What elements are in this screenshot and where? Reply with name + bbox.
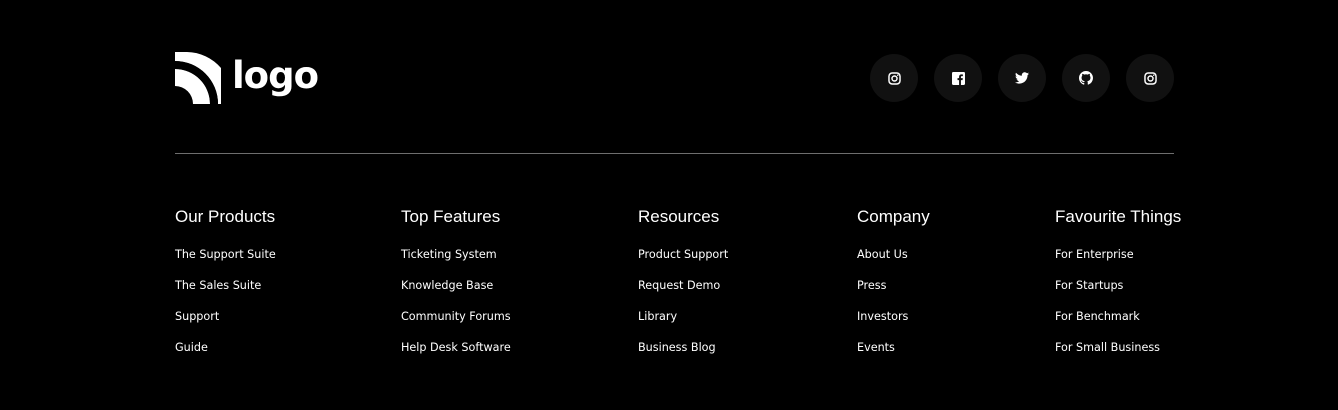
footer-link[interactable]: Library [638, 310, 677, 324]
footer-link[interactable]: The Sales Suite [175, 279, 261, 293]
footer-link[interactable]: Product Support [638, 248, 728, 262]
footer-link[interactable]: Knowledge Base [401, 279, 493, 293]
instagram-button[interactable] [870, 54, 918, 102]
footer-link[interactable]: Request Demo [638, 279, 720, 293]
footer-link[interactable]: Support [175, 310, 219, 324]
footer-column-resources: Resources Product Support Request Demo L… [638, 207, 728, 369]
column-heading: Favourite Things [1055, 207, 1182, 226]
logo-text: logo [232, 54, 319, 97]
footer-link[interactable]: About Us [857, 248, 908, 262]
footer-link[interactable]: The Support Suite [175, 248, 276, 262]
twitter-button[interactable] [998, 54, 1046, 102]
footer-column-favourite-things: Favourite Things For Enterprise For Star… [1055, 207, 1181, 369]
footer-link[interactable]: Press [857, 279, 886, 293]
footer-link[interactable]: Events [857, 341, 895, 355]
footer-divider [175, 153, 1174, 154]
column-heading: Top Features [401, 207, 501, 226]
site-footer: logo Our Products The Support Suite The … [175, 0, 1181, 410]
instagram-icon [887, 71, 901, 85]
footer-link[interactable]: Ticketing System [401, 248, 497, 262]
footer-column-top-features: Top Features Ticketing System Knowledge … [401, 207, 511, 369]
instagram-icon [1143, 71, 1157, 85]
footer-link[interactable]: Community Forums [401, 310, 511, 324]
social-links [870, 54, 1174, 102]
column-heading: Company [857, 207, 930, 226]
link-list: Product Support Request Demo Library Bus… [638, 245, 728, 369]
footer-column-our-products: Our Products The Support Suite The Sales… [175, 207, 276, 369]
footer-link[interactable]: For Enterprise [1055, 248, 1134, 262]
twitter-icon [1015, 72, 1029, 84]
rss-arcs-icon [175, 52, 221, 104]
footer-link[interactable]: Investors [857, 310, 908, 324]
github-button[interactable] [1062, 54, 1110, 102]
link-list: For Enterprise For Startups For Benchmar… [1055, 245, 1181, 369]
footer-link[interactable]: For Benchmark [1055, 310, 1140, 324]
link-list: The Support Suite The Sales Suite Suppor… [175, 245, 276, 369]
facebook-button[interactable] [934, 54, 982, 102]
footer-column-company: Company About Us Press Investors Events [857, 207, 930, 369]
brand-logo[interactable]: logo [175, 52, 319, 104]
column-heading: Our Products [175, 207, 276, 226]
footer-link[interactable]: For Small Business [1055, 341, 1160, 355]
column-heading: Resources [638, 207, 720, 226]
link-list: Ticketing System Knowledge Base Communit… [401, 245, 511, 369]
instagram-button-secondary[interactable] [1126, 54, 1174, 102]
footer-link[interactable]: Help Desk Software [401, 341, 511, 355]
footer-link[interactable]: Guide [175, 341, 208, 355]
link-list: About Us Press Investors Events [857, 245, 930, 369]
footer-link[interactable]: For Startups [1055, 279, 1123, 293]
footer-link[interactable]: Business Blog [638, 341, 716, 355]
facebook-icon [951, 71, 965, 85]
github-icon [1079, 71, 1093, 85]
